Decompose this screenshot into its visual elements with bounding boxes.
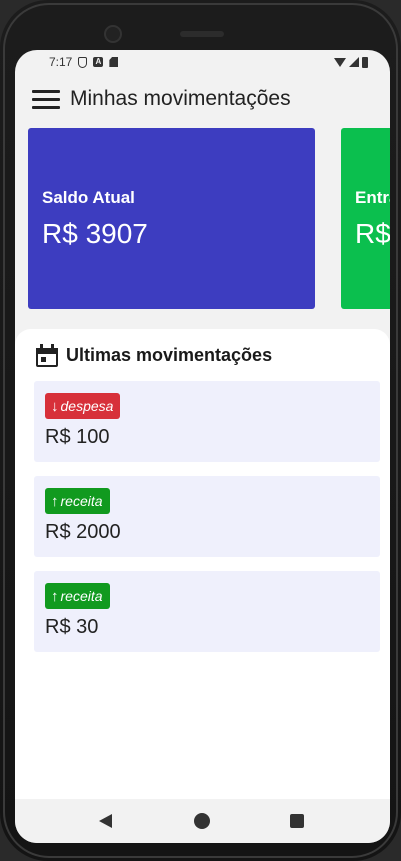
app-bar: Minhas movimentações [15,74,390,124]
transaction-amount: R$ 30 [45,616,99,638]
arrow-down-icon: ↓ [51,397,59,415]
panel-title: Ultimas movimentações [66,345,273,365]
sd-card-icon [109,57,119,67]
phone-frame: 7:17 A Minhas movimentações Saldo Atual … [0,0,401,861]
front-camera [104,25,122,43]
card-value: R$ 3907 [42,218,148,249]
page-title: Minhas movimentações [70,87,291,110]
earpiece-speaker [180,31,224,37]
status-bar: 7:17 A [15,50,390,74]
recent-transactions-panel: Ultimas movimentações ↓ despesa R$ 100 ↑… [15,329,390,799]
panel-header: Ultimas movimentações [15,329,390,367]
back-icon[interactable] [99,814,112,828]
card-value: R$ [355,218,390,249]
expense-badge: ↓ despesa [45,393,121,419]
arrow-up-icon: ↑ [51,587,59,605]
signal-icon [349,57,359,67]
transaction-item[interactable]: ↑ receita R$ 30 [34,571,380,652]
calendar-icon [36,344,58,367]
income-badge: ↑ receita [45,583,110,609]
card-label: Entra [355,188,390,207]
income-badge: ↑ receita [45,488,110,514]
screen: 7:17 A Minhas movimentações Saldo Atual … [15,50,390,843]
badge-label: despesa [60,398,114,414]
a-icon: A [93,57,104,67]
transactions-list: ↓ despesa R$ 100 ↑ receita R$ 2000 ↑ rec [34,381,380,666]
transaction-item[interactable]: ↓ despesa R$ 100 [34,381,380,462]
badge-label: receita [60,493,103,509]
arrow-up-icon: ↑ [51,492,59,510]
status-time: 7:17 [49,55,73,69]
home-icon[interactable] [194,813,210,829]
recents-icon[interactable] [290,814,304,828]
system-nav-bar [15,799,390,843]
transaction-amount: R$ 100 [45,426,110,448]
badge-label: receita [60,588,103,604]
shield-icon [78,56,88,68]
summary-carousel[interactable]: Saldo Atual R$ 3907 Entra R$ [15,128,390,309]
income-card[interactable]: Entra R$ [341,128,390,309]
balance-card[interactable]: Saldo Atual R$ 3907 [28,128,315,309]
card-label: Saldo Atual [42,188,135,207]
battery-icon [362,56,368,68]
hamburger-menu-icon[interactable] [32,89,60,109]
transaction-item[interactable]: ↑ receita R$ 2000 [34,476,380,557]
transaction-amount: R$ 2000 [45,521,121,543]
wifi-icon [334,57,346,67]
